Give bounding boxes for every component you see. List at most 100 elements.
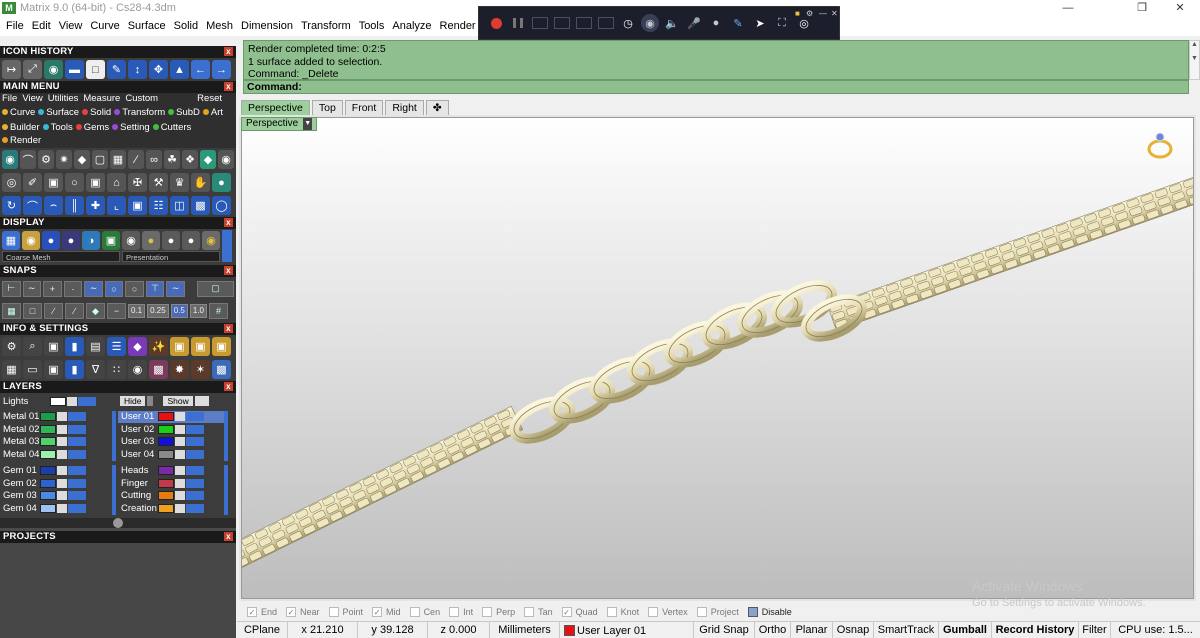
- show-eye-icon[interactable]: [194, 396, 209, 407]
- category-tools[interactable]: Tools: [42, 121, 73, 134]
- osnap-vertex[interactable]: Vertex: [648, 606, 688, 617]
- cube-tool-icon[interactable]: ▣: [44, 337, 63, 356]
- gem-display-icon[interactable]: ◉: [122, 231, 140, 250]
- gumball-icon[interactable]: ✥: [149, 60, 168, 79]
- hand-icon[interactable]: ✋: [191, 173, 210, 192]
- timer-icon[interactable]: ◷: [619, 14, 637, 32]
- artistic-icon[interactable]: ◑: [82, 231, 100, 250]
- layer-row[interactable]: Gem 01: [0, 465, 112, 478]
- snap-distance-icon[interactable]: −: [107, 303, 126, 319]
- tab-front[interactable]: Front: [344, 100, 384, 116]
- lights-lock-icon[interactable]: [67, 396, 77, 406]
- tab-perspective[interactable]: Perspective: [241, 100, 310, 116]
- visibility-toggle[interactable]: [186, 449, 204, 459]
- display-expand-button[interactable]: [222, 230, 232, 262]
- grid-snap-toggle[interactable]: Grid Snap: [694, 622, 755, 638]
- close-icon[interactable]: x: [224, 382, 233, 391]
- fullscreen-icon[interactable]: ⛶: [773, 14, 791, 32]
- layer-row[interactable]: Cutting: [118, 490, 224, 503]
- lock-icon[interactable]: [57, 466, 67, 476]
- snap-cen-icon[interactable]: ○: [104, 280, 124, 297]
- circle-tool-icon[interactable]: ◯: [212, 196, 231, 215]
- visibility-toggle[interactable]: [68, 449, 86, 459]
- shaded-icon[interactable]: ◉: [22, 231, 40, 250]
- shank-icon[interactable]: ⌂: [107, 173, 126, 192]
- shield-tool-icon[interactable]: ◆: [74, 150, 90, 169]
- columns-icon[interactable]: ║: [65, 196, 84, 215]
- lock-icon[interactable]: [57, 503, 67, 513]
- speaker-icon[interactable]: 🔈: [663, 14, 681, 32]
- folder-icon[interactable]: ■: [795, 9, 800, 18]
- checkbox-icon[interactable]: [747, 606, 758, 617]
- cross-move-icon[interactable]: ✚: [86, 196, 105, 215]
- list-icon[interactable]: ☰: [107, 337, 126, 356]
- snap-settings-icon[interactable]: ▢: [196, 280, 234, 297]
- display-mode-select[interactable]: Presentation: [122, 251, 220, 262]
- purple-cube-icon[interactable]: ◆: [128, 337, 147, 356]
- visibility-toggle[interactable]: [186, 412, 204, 422]
- scale-box-icon[interactable]: ▩: [191, 196, 210, 215]
- dimension-icon[interactable]: ↦: [2, 60, 21, 79]
- silver-metal-icon[interactable]: ●: [162, 231, 180, 250]
- lock-icon[interactable]: [175, 437, 185, 447]
- square-icon[interactable]: ▢: [92, 150, 108, 169]
- monitor-icon[interactable]: ▭: [23, 360, 42, 379]
- visibility-toggle[interactable]: [186, 503, 204, 513]
- texture-icon[interactable]: ▩: [149, 360, 168, 379]
- category-curve[interactable]: Curve: [2, 106, 35, 119]
- cursor-icon[interactable]: ➤: [751, 14, 769, 32]
- snap-ortho-icon[interactable]: ▦: [2, 303, 21, 319]
- tab-top[interactable]: Top: [311, 100, 343, 116]
- cplane-status[interactable]: CPlane: [237, 622, 288, 638]
- current-layer[interactable]: User Layer 01: [560, 622, 694, 638]
- move-vertical-icon[interactable]: ↕: [128, 60, 147, 79]
- close-icon[interactable]: x: [224, 218, 233, 227]
- osnap-project[interactable]: Project: [696, 606, 739, 617]
- target-icon[interactable]: ◉: [128, 360, 147, 379]
- category-solid[interactable]: Solid: [82, 106, 111, 119]
- smarttrack-toggle[interactable]: SmartTrack: [874, 622, 939, 638]
- lights-toggle[interactable]: [78, 396, 96, 406]
- layer-row[interactable]: Heads: [118, 465, 224, 478]
- array-icon[interactable]: ❖: [182, 150, 198, 169]
- menu-mesh[interactable]: Mesh: [202, 16, 237, 36]
- lock-icon[interactable]: [57, 478, 67, 488]
- bracelet-chain-model[interactable]: [242, 118, 1194, 599]
- show-all-button[interactable]: Show: [163, 396, 193, 407]
- arc-icon[interactable]: ⌢: [44, 196, 63, 215]
- visibility-toggle[interactable]: [68, 503, 86, 513]
- snap-perp-icon[interactable]: ⊤: [145, 280, 165, 297]
- main-menu-utilities[interactable]: Utilities: [48, 93, 79, 105]
- settings-icon[interactable]: ⚙: [806, 9, 813, 18]
- osnap-disable[interactable]: Disable: [747, 606, 792, 617]
- perspective-viewport[interactable]: [241, 117, 1194, 599]
- osnap-tan[interactable]: Tan: [524, 606, 553, 617]
- command-prompt[interactable]: Command:: [243, 80, 1189, 94]
- gem-icon[interactable]: ◆: [200, 150, 216, 169]
- layer-color-swatch[interactable]: [158, 424, 174, 434]
- viewport-label[interactable]: Perspective ▼: [241, 117, 318, 131]
- menu-surface[interactable]: Surface: [124, 16, 170, 36]
- ring-icon[interactable]: ○: [65, 173, 84, 192]
- webcam-icon[interactable]: ◉: [641, 14, 659, 32]
- snap-mid-icon[interactable]: ∼: [84, 280, 103, 297]
- checkbox-icon[interactable]: [648, 606, 659, 617]
- menu-curve[interactable]: Curve: [86, 16, 123, 36]
- osnap-mid[interactable]: Mid: [372, 606, 401, 617]
- main-menu-file[interactable]: File: [2, 93, 17, 105]
- ring-render-icon[interactable]: [1145, 130, 1175, 160]
- layer-row[interactable]: Metal 02: [0, 423, 112, 436]
- layout-option-3[interactable]: [575, 14, 593, 32]
- layout-option-1[interactable]: [531, 14, 549, 32]
- category-render[interactable]: Render: [2, 134, 41, 147]
- main-menu-custom[interactable]: Custom: [125, 93, 158, 105]
- main-menu-view[interactable]: View: [22, 93, 42, 105]
- layer-color-swatch[interactable]: [158, 449, 174, 459]
- visibility-toggle[interactable]: [186, 466, 204, 476]
- camera-icon[interactable]: ●: [707, 14, 725, 32]
- osnap-quad[interactable]: Quad: [561, 606, 598, 617]
- microphone-icon[interactable]: 🎤: [685, 14, 703, 32]
- snap-grid-icon[interactable]: ⊢: [2, 280, 21, 297]
- gold-metal-icon[interactable]: ●: [142, 231, 160, 250]
- category-subd[interactable]: SubD: [168, 106, 200, 119]
